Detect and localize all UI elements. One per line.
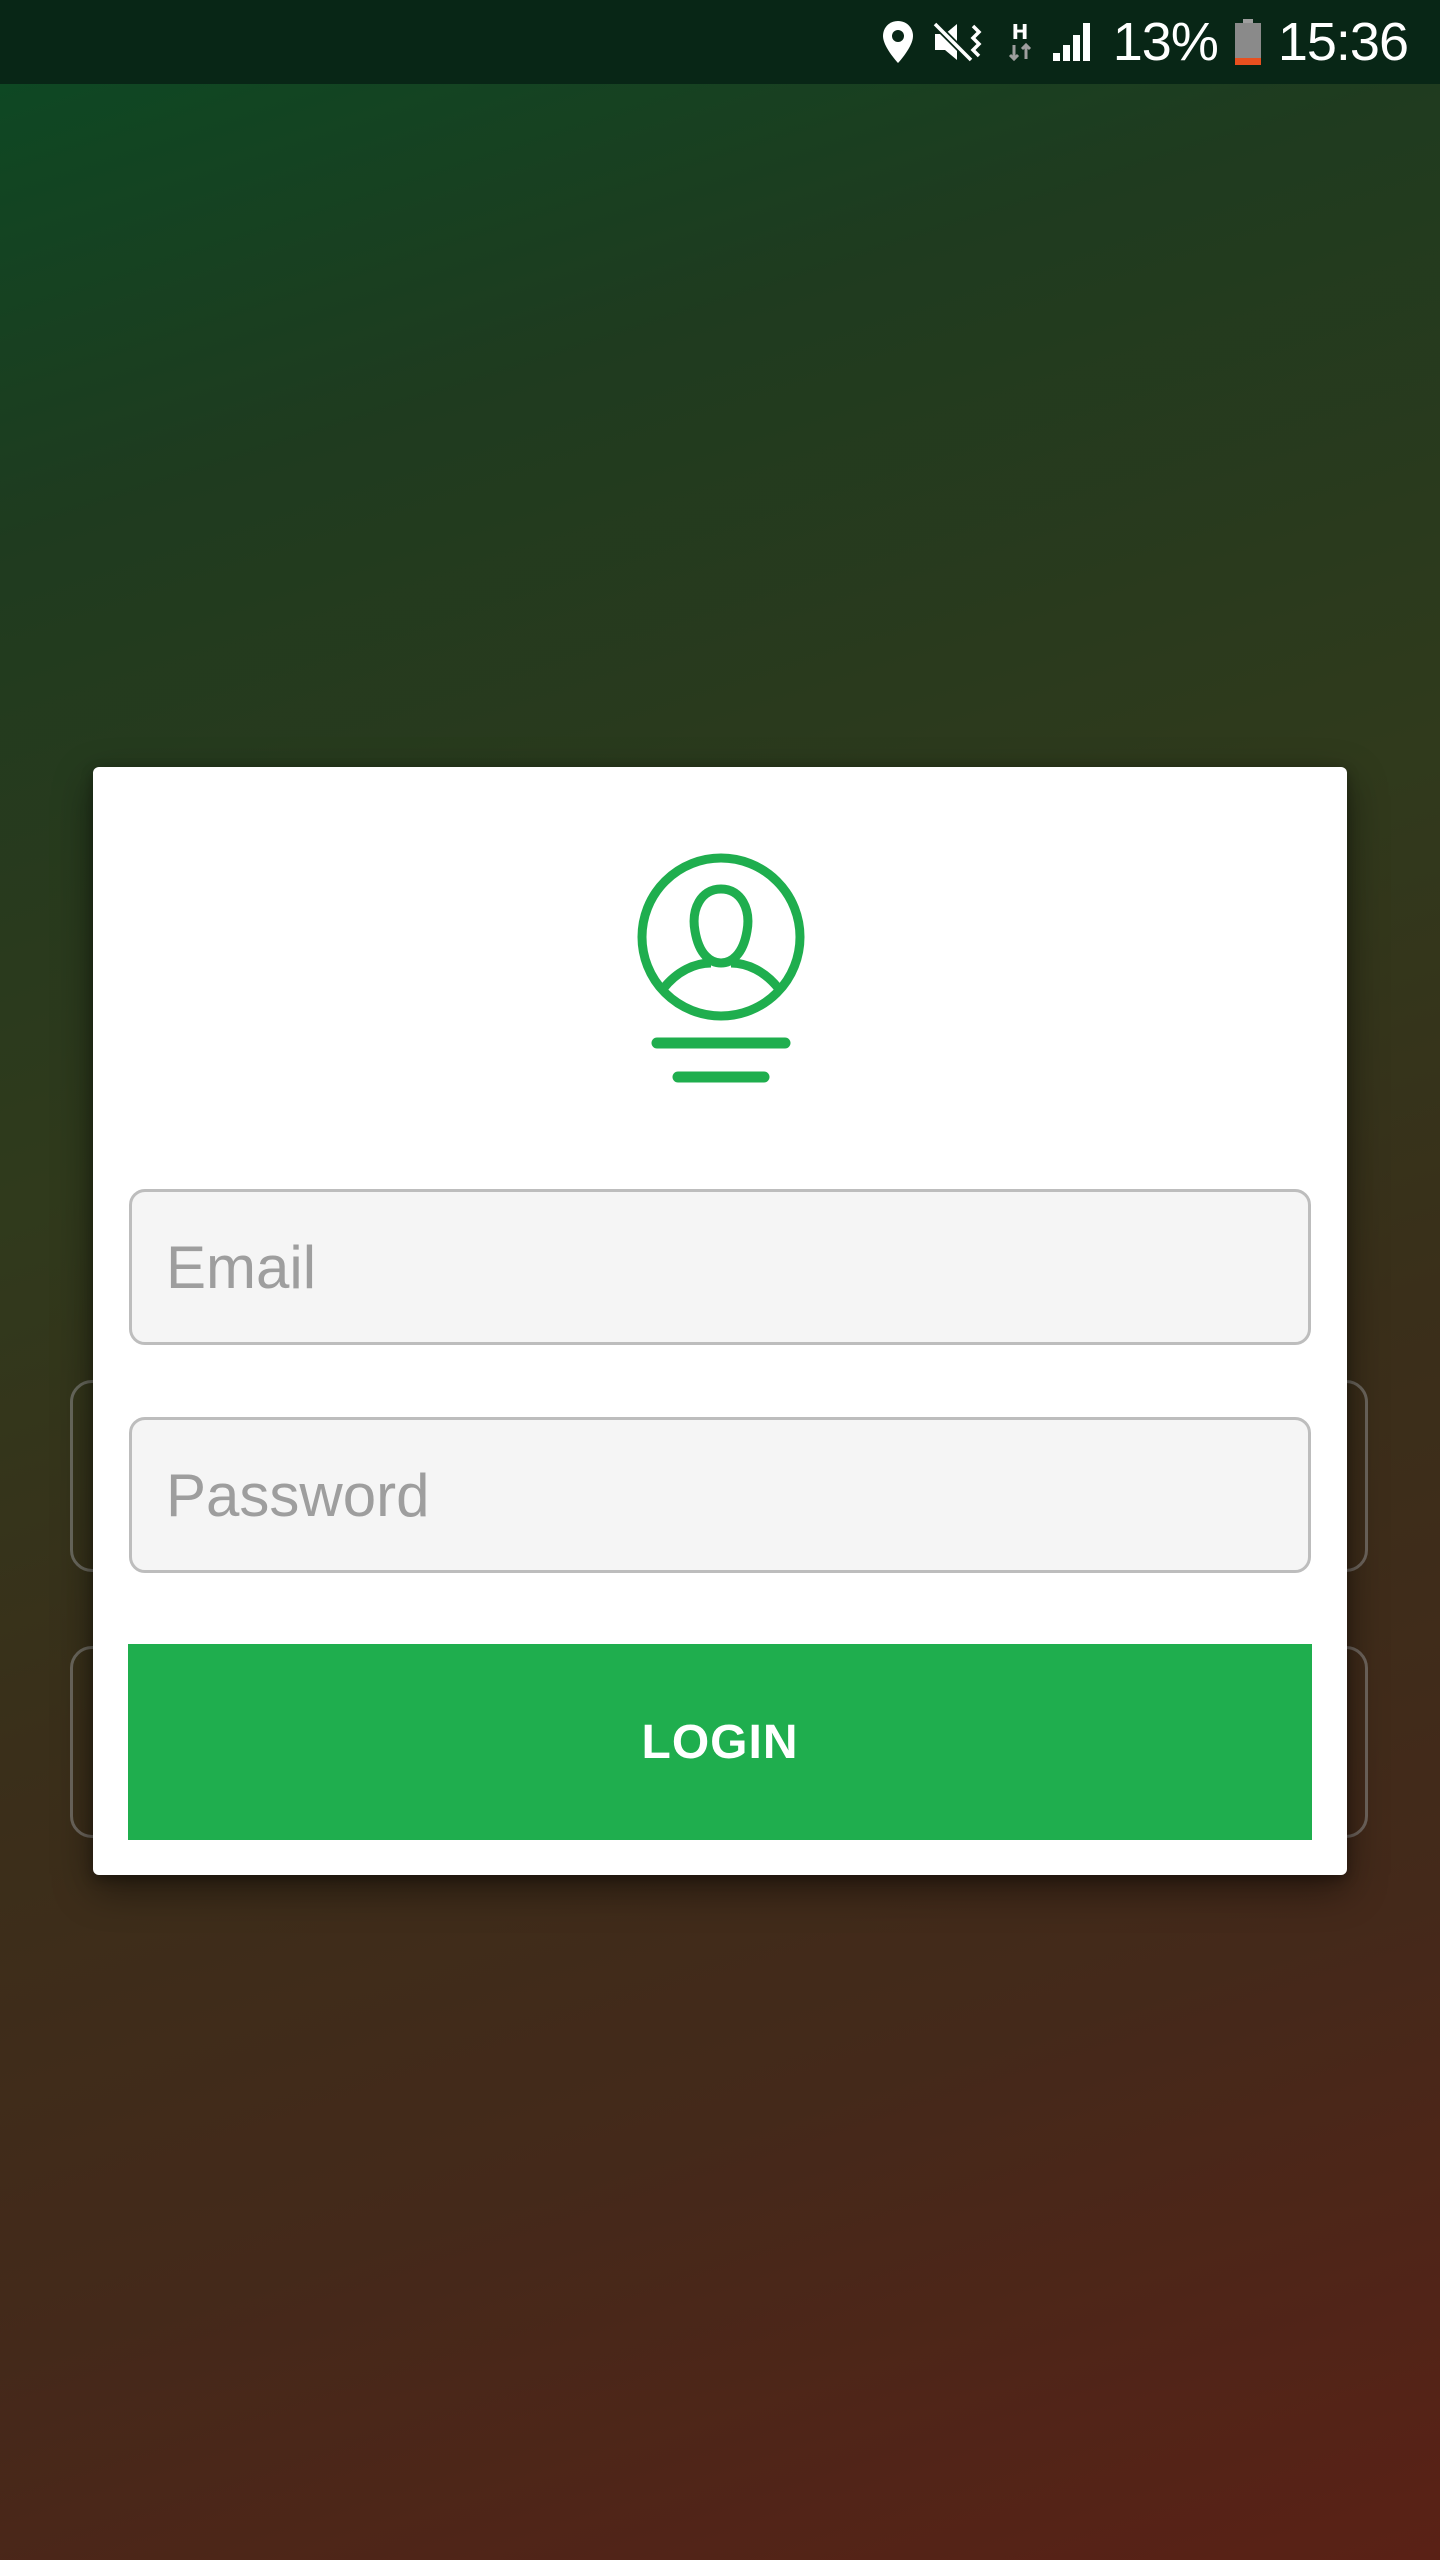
- battery-percent-text: 13%: [1112, 12, 1219, 72]
- login-dialog: LOGIN: [93, 767, 1347, 1875]
- user-avatar-icon: [633, 853, 809, 1093]
- email-field[interactable]: [129, 1189, 1311, 1345]
- location-icon: [881, 19, 915, 65]
- data-activity-icon: H: [1005, 19, 1035, 65]
- battery-icon: [1234, 18, 1262, 66]
- signal-icon: [1051, 21, 1097, 63]
- login-button[interactable]: LOGIN: [128, 1644, 1312, 1840]
- network-type-label: H: [1011, 20, 1028, 44]
- password-field[interactable]: [129, 1417, 1311, 1573]
- status-icons: H 13% 15:36: [881, 0, 1409, 84]
- clock-text: 15:36: [1277, 12, 1409, 72]
- vibrate-icon: [931, 20, 989, 64]
- status-bar: H 13% 15:36: [0, 0, 1440, 84]
